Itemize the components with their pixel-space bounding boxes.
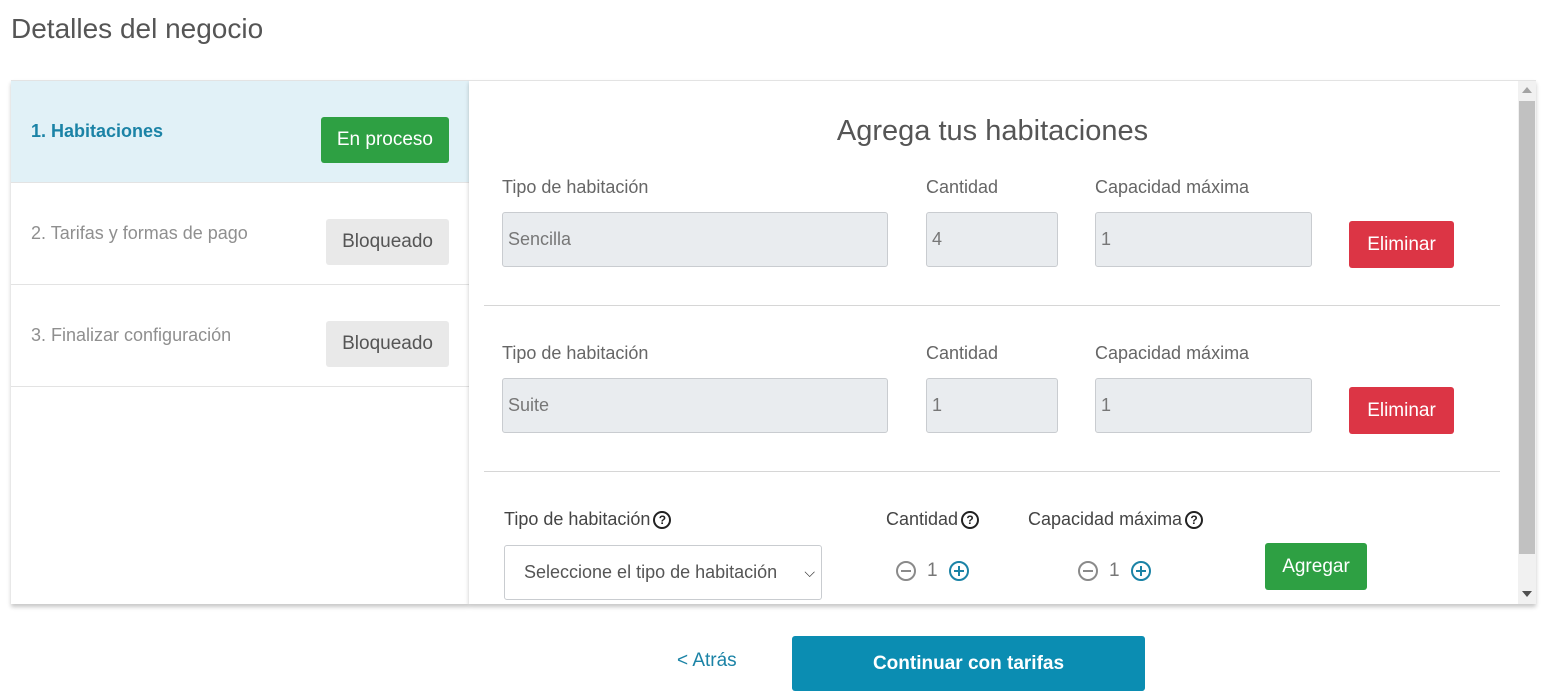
quantity-field: 1 [926, 378, 1058, 433]
section-title: Agrega tus habitaciones [836, 115, 1149, 147]
quantity-label: Cantidad [926, 177, 999, 197]
step-label: 3. Finalizar configuración [31, 325, 232, 345]
help-icon[interactable]: ? [653, 511, 672, 529]
minus-circle-icon[interactable] [896, 561, 916, 581]
help-icon[interactable]: ? [961, 511, 980, 529]
chevron-down-icon: ⌵ [804, 564, 815, 580]
scroll-up-arrow-icon[interactable] [1522, 87, 1532, 93]
new-capacity-label: Capacidad máxima? [1028, 509, 1204, 530]
room-type-field: Sencilla [502, 212, 888, 267]
room-type-label: Tipo de habitación [502, 177, 649, 197]
step-finalizar[interactable]: 3. Finalizar configuración Bloqueado [11, 285, 469, 387]
room-type-label: Tipo de habitación [502, 343, 649, 363]
step-habitaciones[interactable]: 1. Habitaciones En proceso [11, 81, 469, 183]
capacity-stepper: 1 [1078, 559, 1151, 583]
rooms-panel: Agrega tus habitaciones Tipo de habitaci… [469, 80, 1536, 604]
plus-circle-icon[interactable] [1130, 561, 1151, 581]
add-room-button[interactable]: Agregar [1265, 543, 1367, 590]
page-title: Detalles del negocio [11, 13, 264, 44]
label-text: Tipo de habitación [504, 509, 651, 529]
step-label: 2. Tarifas y formas de pago [31, 223, 248, 243]
room-type-select[interactable]: Seleccione el tipo de habitación ⌵ [504, 545, 822, 600]
scroll-down-arrow-icon[interactable] [1522, 591, 1532, 597]
label-text: Capacidad máxima [1028, 509, 1183, 529]
room-type-field: Suite [502, 378, 888, 433]
delete-room-button[interactable]: Eliminar [1349, 387, 1454, 434]
status-badge: Bloqueado [326, 219, 449, 265]
continue-button[interactable]: Continuar con tarifas [792, 636, 1145, 691]
delete-room-button[interactable]: Eliminar [1349, 221, 1454, 268]
minus-circle-icon[interactable] [1078, 561, 1098, 581]
capacity-field: 1 [1095, 378, 1312, 433]
status-badge: Bloqueado [326, 321, 449, 367]
plus-circle-icon[interactable] [948, 561, 969, 581]
status-badge: En proceso [320, 117, 449, 163]
max-capacity-label: Capacidad máxima [1095, 343, 1250, 363]
divider [484, 305, 1500, 306]
select-value: Seleccione el tipo de habitación [524, 562, 778, 582]
quantity-value: 1 [927, 560, 938, 581]
steps-sidebar: 1. Habitaciones En proceso 2. Tarifas y … [11, 80, 469, 604]
scroll-thumb[interactable] [1519, 101, 1535, 554]
new-room-type-label: Tipo de habitación? [504, 509, 672, 530]
new-quantity-label: Cantidad? [886, 509, 980, 530]
capacity-field: 1 [1095, 212, 1312, 267]
help-icon[interactable]: ? [1185, 511, 1204, 529]
scrollbar[interactable] [1518, 81, 1536, 604]
step-tarifas[interactable]: 2. Tarifas y formas de pago Bloqueado [11, 183, 469, 285]
divider [484, 471, 1500, 472]
max-capacity-label: Capacidad máxima [1095, 177, 1250, 197]
step-label: 1. Habitaciones [31, 121, 164, 141]
label-text: Cantidad [886, 509, 959, 529]
quantity-field: 4 [926, 212, 1058, 267]
quantity-label: Cantidad [926, 343, 999, 363]
back-link[interactable]: < Atrás [677, 650, 737, 672]
capacity-value: 1 [1109, 560, 1120, 581]
quantity-stepper: 1 [896, 559, 969, 583]
